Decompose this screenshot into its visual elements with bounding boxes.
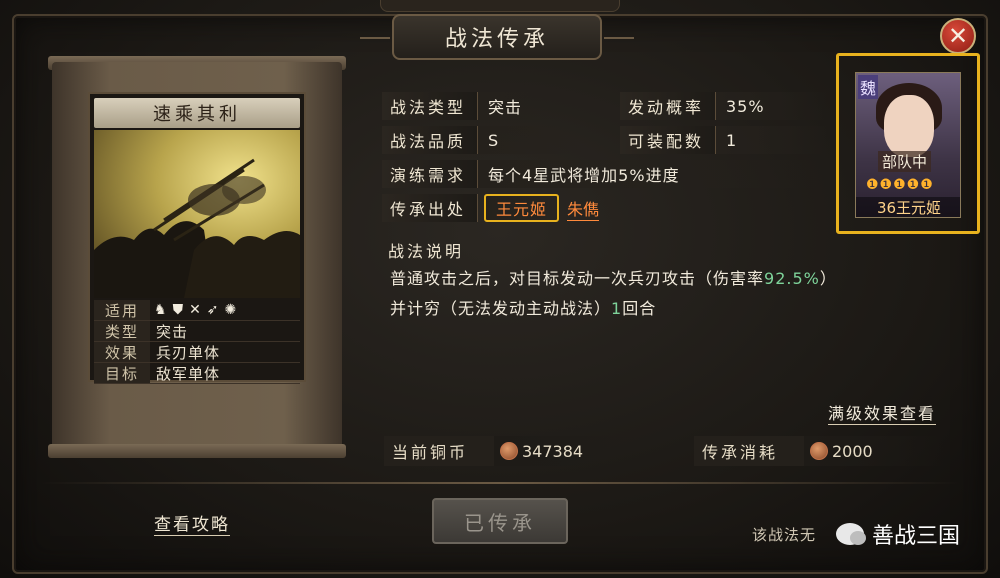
row-key: 效果	[94, 342, 150, 362]
skill-art	[94, 130, 300, 298]
close-button[interactable]: ✕	[940, 18, 976, 54]
cost-value: 347384	[494, 436, 634, 466]
wechat-icon	[836, 523, 866, 545]
inherited-button[interactable]: 已传承	[432, 498, 568, 544]
info-value: 每个4星武将增加5%进度	[478, 160, 818, 188]
info-trigger-rate: 发动概率 35%	[620, 92, 828, 120]
info-value: S	[478, 126, 584, 154]
info-label: 发动概率	[620, 92, 716, 120]
description-text: 普通攻击之后，对目标发动一次兵刃攻击（伤害率92.5%） 并计穷（无法发动主动战…	[390, 264, 950, 324]
info-label: 战法品质	[382, 126, 478, 154]
view-guide-link[interactable]: 查看攻略	[154, 510, 230, 536]
copper-coin-icon	[500, 442, 518, 460]
info-practice: 演练需求 每个4星武将增加5%进度	[382, 160, 818, 188]
skill-card: 速乘其利 适用 ♞ ⛊ ✕ ➶ ✺ 类型 突击 效果 兵刃单体 目标 敌军单体	[88, 92, 306, 384]
watermark: 善战三国	[836, 518, 960, 550]
dialog-title: 战法传承	[360, 14, 634, 60]
row-value: 兵刃单体	[156, 343, 221, 362]
scroll-rod-bottom	[48, 444, 346, 458]
cavalry-icon: ♞	[154, 302, 167, 318]
row-key: 类型	[94, 321, 150, 341]
troop-status: 部队中	[878, 151, 932, 172]
cost-value: 2000	[804, 436, 944, 466]
row-key: 适用	[94, 300, 150, 320]
inherit-cost: 传承消耗 2000	[694, 436, 944, 466]
damage-rate: 92.5%	[764, 269, 820, 288]
info-label: 战法类型	[382, 92, 478, 120]
info-source: 传承出处 王元姬 朱儁	[382, 194, 600, 222]
general-level-name: 36王元姬	[856, 197, 960, 217]
star-rating: ❶❶❶❶❶	[866, 177, 934, 193]
skill-row-effect: 效果 兵刃单体	[94, 342, 300, 363]
unit-type-icons: ♞ ⛊ ✕ ➶ ✺	[150, 302, 236, 318]
cost-label: 当前铜币	[384, 436, 494, 466]
close-icon: ✕	[947, 22, 969, 50]
row-key: 目标	[94, 363, 150, 383]
turn-count: 1	[611, 299, 623, 318]
shield-icon: ⛊	[172, 302, 184, 318]
top-tab-stub	[380, 0, 620, 12]
description-line-2: 并计穷（无法发动主动战法）1回合	[390, 299, 657, 318]
skill-name: 速乘其利	[94, 98, 300, 128]
info-value: 35%	[716, 92, 828, 120]
source-general-selected[interactable]: 王元姬	[484, 194, 560, 222]
description-line-1: 普通攻击之后，对目标发动一次兵刃攻击（伤害率92.5%）	[390, 269, 837, 288]
current-coins: 当前铜币 347384	[384, 436, 634, 466]
info-label: 可装配数	[620, 126, 716, 154]
skill-row-applicable: 适用 ♞ ⛊ ✕ ➶ ✺	[94, 300, 300, 321]
cost-label: 传承消耗	[694, 436, 804, 466]
skill-attributes: 适用 ♞ ⛊ ✕ ➶ ✺ 类型 突击 效果 兵刃单体 目标 敌军单体	[94, 300, 300, 384]
row-value: 敌军单体	[156, 364, 221, 383]
info-type: 战法类型 突击	[382, 92, 584, 120]
spear-icon: ➶	[206, 302, 219, 318]
source-general-link[interactable]: 朱儁	[567, 196, 600, 221]
info-value: 突击	[478, 92, 584, 120]
row-value: 突击	[156, 322, 189, 341]
general-portrait: 魏 部队中 ❶❶❶❶❶ 36王元姬	[855, 72, 961, 218]
info-quality: 战法品质 S	[382, 126, 584, 154]
skill-row-target: 目标 敌军单体	[94, 363, 300, 384]
bow-icon: ✕	[189, 302, 201, 318]
description-label: 战法说明	[388, 242, 465, 261]
info-equip-count: 可装配数 1	[620, 126, 828, 154]
kingdom-badge: 魏	[858, 75, 879, 99]
portrait-face	[884, 95, 934, 157]
info-label: 演练需求	[382, 160, 478, 188]
footer-divider	[40, 482, 960, 484]
cavalry-charge-illustration	[94, 158, 300, 298]
siege-icon: ✺	[224, 302, 237, 318]
copper-coin-icon	[810, 442, 828, 460]
footer-note: 该战法无	[752, 526, 817, 544]
full-level-effect-link[interactable]: 满级效果查看	[828, 400, 937, 425]
info-label: 传承出处	[382, 194, 478, 222]
watermark-text: 善战三国	[872, 524, 961, 549]
general-portrait-card[interactable]: 魏 部队中 ❶❶❶❶❶ 36王元姬	[836, 53, 980, 234]
skill-row-type: 类型 突击	[94, 321, 300, 342]
info-value: 1	[716, 126, 828, 154]
